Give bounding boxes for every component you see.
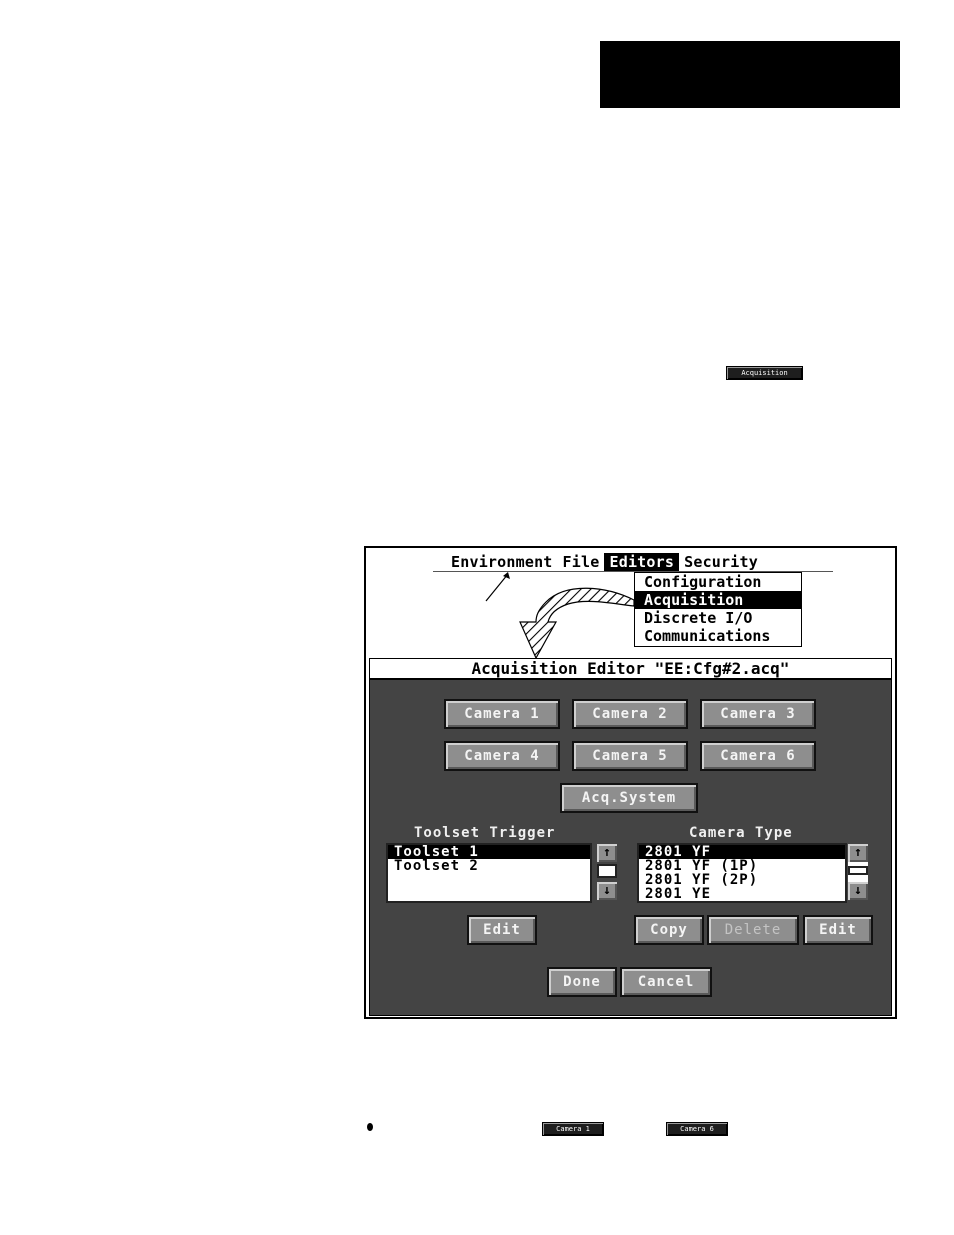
scroll-up-icon[interactable]: ↑ (848, 844, 868, 862)
toolset-trigger-list[interactable]: Toolset 1 Toolset 2 (386, 843, 592, 903)
menu-item-discrete-io[interactable]: Discrete I/O (635, 609, 801, 627)
camera-6-button[interactable]: Camera 6 (700, 741, 816, 771)
inline-camera-6-button: Camera 6 (666, 1122, 728, 1136)
scroll-thumb[interactable] (848, 866, 868, 875)
done-button[interactable]: Done (547, 967, 617, 997)
pointer-arrow-icon (485, 572, 510, 602)
inline-acquisition-button: Acquisition (726, 366, 803, 380)
list-item[interactable]: Toolset 2 (388, 859, 590, 873)
bullet-point (367, 1123, 373, 1131)
menu-item-configuration[interactable]: Configuration (635, 573, 801, 591)
list-item[interactable]: 2801 YF (2P) (639, 873, 845, 887)
camera-1-button[interactable]: Camera 1 (444, 699, 560, 729)
acquisition-editor-dialog: Acquisition Editor "EE:Cfg#2.acq" Camera… (369, 658, 892, 1016)
menu-item-communications[interactable]: Communications (635, 627, 801, 645)
inline-camera-1-button: Camera 1 (542, 1122, 604, 1136)
camera-2-button[interactable]: Camera 2 (572, 699, 688, 729)
cancel-button[interactable]: Cancel (620, 967, 712, 997)
menu-environment[interactable]: Environment (446, 553, 558, 571)
camera-type-edit-button[interactable]: Edit (803, 915, 873, 945)
delete-button[interactable]: Delete (707, 915, 799, 945)
list-item[interactable]: Toolset 1 (388, 845, 590, 859)
list-item[interactable]: 2801 YF (639, 845, 845, 859)
list-item[interactable]: 2801 YF (1P) (639, 859, 845, 873)
screenshot-figure: Environment File Editors Security Config… (364, 546, 897, 1019)
toolset-edit-button[interactable]: Edit (467, 915, 537, 945)
menubar: Environment File Editors Security (446, 553, 763, 571)
scroll-down-icon[interactable]: ↓ (597, 882, 617, 900)
scroll-up-icon[interactable]: ↑ (597, 844, 617, 862)
camera-4-button[interactable]: Camera 4 (444, 741, 560, 771)
camera-type-label: Camera Type (689, 825, 793, 841)
scroll-down-icon[interactable]: ↓ (848, 882, 868, 900)
curved-callout-arrow-icon (519, 587, 635, 659)
copy-button[interactable]: Copy (634, 915, 704, 945)
editors-dropdown: Configuration Acquisition Discrete I/O C… (634, 572, 802, 647)
camera-type-list[interactable]: 2801 YF 2801 YF (1P) 2801 YF (2P) 2801 Y… (637, 843, 847, 903)
camera-3-button[interactable]: Camera 3 (700, 699, 816, 729)
menu-item-acquisition[interactable]: Acquisition (635, 591, 801, 609)
acq-system-button[interactable]: Acq.System (560, 783, 698, 813)
dialog-title: Acquisition Editor "EE:Cfg#2.acq" (370, 659, 891, 680)
menu-editors[interactable]: Editors (604, 553, 680, 571)
toolset-scrollbar[interactable]: ↑ ↓ (596, 843, 618, 903)
menu-security[interactable]: Security (679, 553, 763, 571)
scroll-thumb[interactable] (597, 864, 617, 878)
toolset-trigger-label: Toolset Trigger (414, 825, 556, 841)
camera-5-button[interactable]: Camera 5 (572, 741, 688, 771)
list-item[interactable]: 2801 YE (639, 887, 845, 901)
chapter-header-block (600, 41, 900, 108)
camera-type-scrollbar[interactable]: ↑ ↓ (847, 843, 869, 903)
menu-file[interactable]: File (558, 553, 605, 571)
